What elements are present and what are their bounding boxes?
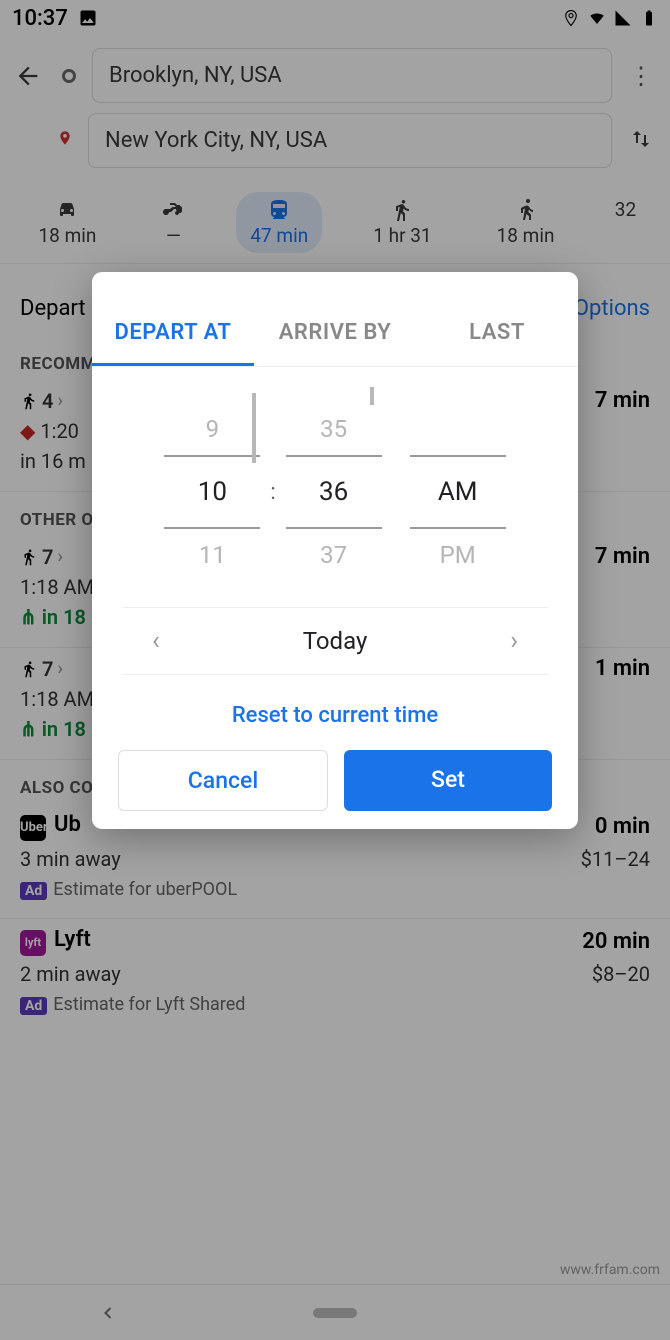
time-picker-dialog: DEPART AT ARRIVE BY LAST 9 10 11 : 35 36… xyxy=(92,272,578,829)
dialog-tabs: DEPART AT ARRIVE BY LAST xyxy=(92,272,578,367)
cancel-button[interactable]: Cancel xyxy=(118,750,328,811)
hour-prev: 9 xyxy=(164,403,260,455)
ampm-column[interactable]: . AM PM xyxy=(410,403,506,581)
date-prev-icon[interactable]: ‹ xyxy=(152,626,160,656)
hour-selected: 10 xyxy=(164,457,260,527)
minute-selected: 36 xyxy=(286,457,382,527)
tab-arrive-by[interactable]: ARRIVE BY xyxy=(254,300,416,366)
picker-tick xyxy=(252,393,256,463)
date-picker-row: ‹ Today › xyxy=(122,607,548,675)
time-colon: : xyxy=(270,480,275,505)
hour-next: 11 xyxy=(164,529,260,581)
tab-depart-at[interactable]: DEPART AT xyxy=(92,300,254,366)
minute-prev: 35 xyxy=(286,403,382,455)
picker-tick xyxy=(370,387,374,405)
date-label[interactable]: Today xyxy=(303,627,368,655)
tab-last[interactable]: LAST xyxy=(416,300,578,366)
minute-next: 37 xyxy=(286,529,382,581)
ampm-next: PM xyxy=(410,529,506,581)
minute-column[interactable]: 35 36 37 xyxy=(286,403,382,581)
ampm-selected: AM xyxy=(410,457,506,527)
set-button[interactable]: Set xyxy=(344,750,552,811)
reset-time-button[interactable]: Reset to current time xyxy=(92,675,578,750)
hour-column[interactable]: 9 10 11 xyxy=(164,403,260,581)
date-next-icon[interactable]: › xyxy=(510,626,518,656)
time-picker: 9 10 11 : 35 36 37 . AM PM xyxy=(92,367,578,607)
